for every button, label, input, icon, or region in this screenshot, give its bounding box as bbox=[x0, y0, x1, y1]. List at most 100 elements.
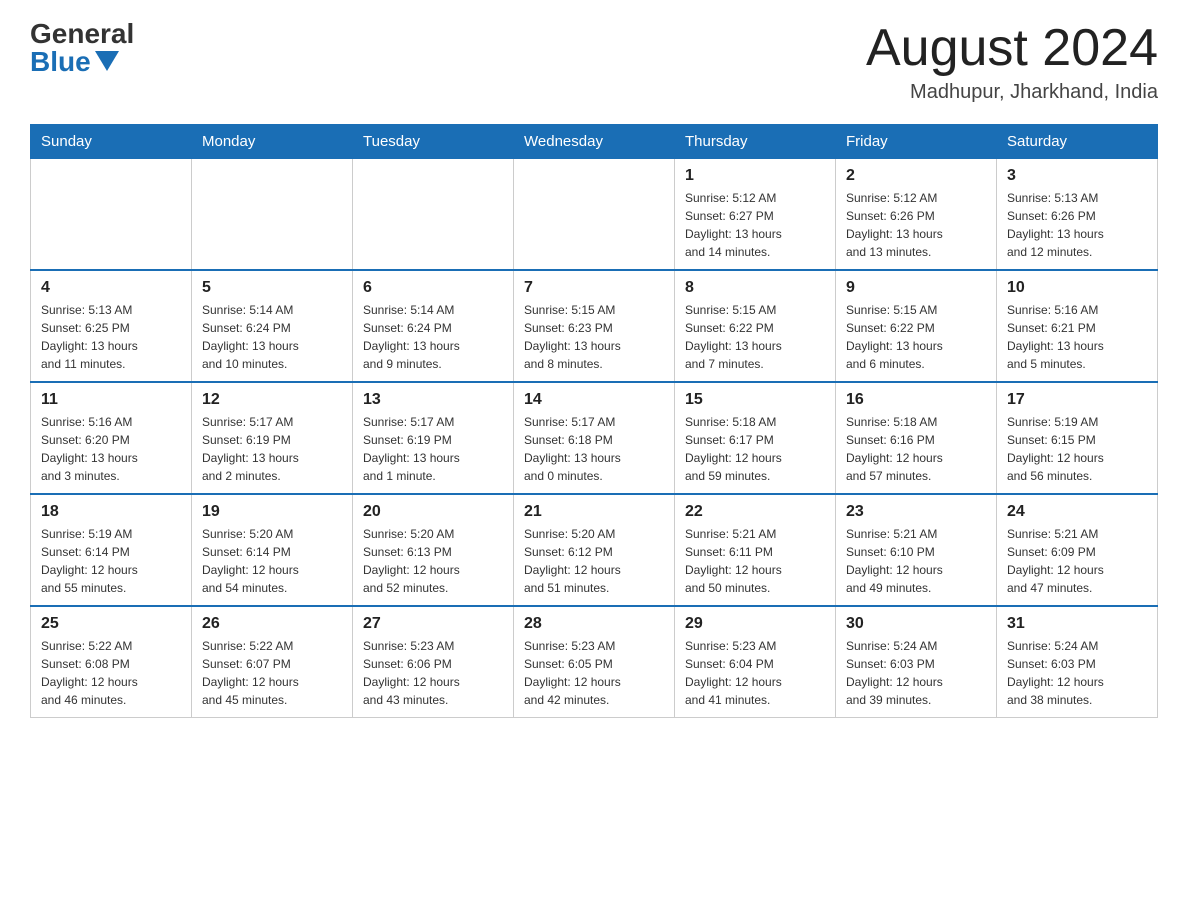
day-number: 22 bbox=[685, 503, 825, 521]
calendar-cell: 21 Sunrise: 5:20 AM Sunset: 6:12 PM Dayli… bbox=[514, 494, 675, 606]
title-area: August 2024 Madhupur, Jharkhand, India bbox=[866, 20, 1158, 104]
calendar-week-row: 11 Sunrise: 5:16 AM Sunset: 6:20 PM Dayli… bbox=[31, 382, 1158, 494]
day-number: 9 bbox=[846, 279, 986, 297]
day-info: Sunrise: 5:12 AM Sunset: 6:27 PM Dayligh… bbox=[685, 189, 825, 261]
logo: General Blue bbox=[30, 20, 134, 76]
day-number: 6 bbox=[363, 279, 503, 297]
calendar-cell: 4Sunrise: 5:13 AM Sunset: 6:25 PM Daylig… bbox=[31, 270, 192, 382]
location-text: Madhupur, Jharkhand, India bbox=[866, 81, 1158, 104]
day-number: 23 bbox=[846, 503, 986, 521]
day-number: 28 bbox=[524, 615, 664, 633]
calendar-cell: 6 Sunrise: 5:14 AM Sunset: 6:24 PM Daylig… bbox=[353, 270, 514, 382]
day-number: 1 bbox=[685, 167, 825, 185]
day-info: Sunrise: 5:17 AM Sunset: 6:19 PM Dayligh… bbox=[363, 413, 503, 485]
calendar-cell: 15 Sunrise: 5:18 AM Sunset: 6:17 PM Dayli… bbox=[675, 382, 836, 494]
day-info: Sunrise: 5:17 AM Sunset: 6:18 PM Dayligh… bbox=[524, 413, 664, 485]
day-of-week-header: Monday bbox=[192, 125, 353, 159]
calendar-cell: 29 Sunrise: 5:23 AM Sunset: 6:04 PM Dayli… bbox=[675, 606, 836, 718]
day-number: 14 bbox=[524, 391, 664, 409]
day-number: 11 bbox=[41, 391, 181, 409]
logo-general-text: General bbox=[30, 20, 134, 48]
day-number: 12 bbox=[202, 391, 342, 409]
calendar-week-row: 1 Sunrise: 5:12 AM Sunset: 6:27 PM Daylig… bbox=[31, 159, 1158, 271]
calendar-cell: 14 Sunrise: 5:17 AM Sunset: 6:18 PM Dayli… bbox=[514, 382, 675, 494]
day-info: Sunrise: 5:20 AM Sunset: 6:13 PM Dayligh… bbox=[363, 525, 503, 597]
day-of-week-header: Saturday bbox=[997, 125, 1158, 159]
calendar-cell: 12Sunrise: 5:17 AM Sunset: 6:19 PM Dayli… bbox=[192, 382, 353, 494]
day-number: 4 bbox=[41, 279, 181, 297]
day-number: 24 bbox=[1007, 503, 1147, 521]
calendar-cell: 13Sunrise: 5:17 AM Sunset: 6:19 PM Dayli… bbox=[353, 382, 514, 494]
calendar-cell: 26 Sunrise: 5:22 AM Sunset: 6:07 PM Dayli… bbox=[192, 606, 353, 718]
day-number: 25 bbox=[41, 615, 181, 633]
day-info: Sunrise: 5:12 AM Sunset: 6:26 PM Dayligh… bbox=[846, 189, 986, 261]
day-number: 26 bbox=[202, 615, 342, 633]
calendar-cell: 3 Sunrise: 5:13 AM Sunset: 6:26 PM Daylig… bbox=[997, 159, 1158, 271]
logo-triangle-icon bbox=[95, 51, 119, 71]
calendar-cell: 24Sunrise: 5:21 AM Sunset: 6:09 PM Dayli… bbox=[997, 494, 1158, 606]
calendar-cell: 16Sunrise: 5:18 AM Sunset: 6:16 PM Dayli… bbox=[836, 382, 997, 494]
calendar-week-row: 18Sunrise: 5:19 AM Sunset: 6:14 PM Dayli… bbox=[31, 494, 1158, 606]
month-title: August 2024 bbox=[866, 20, 1158, 77]
day-info: Sunrise: 5:22 AM Sunset: 6:07 PM Dayligh… bbox=[202, 637, 342, 709]
calendar-cell: 18Sunrise: 5:19 AM Sunset: 6:14 PM Dayli… bbox=[31, 494, 192, 606]
calendar-cell: 20 Sunrise: 5:20 AM Sunset: 6:13 PM Dayli… bbox=[353, 494, 514, 606]
day-of-week-header: Sunday bbox=[31, 125, 192, 159]
calendar-cell: 10 Sunrise: 5:16 AM Sunset: 6:21 PM Dayli… bbox=[997, 270, 1158, 382]
day-number: 2 bbox=[846, 167, 986, 185]
day-number: 29 bbox=[685, 615, 825, 633]
day-number: 20 bbox=[363, 503, 503, 521]
calendar-cell: 25 Sunrise: 5:22 AM Sunset: 6:08 PM Dayli… bbox=[31, 606, 192, 718]
calendar-cell: 2 Sunrise: 5:12 AM Sunset: 6:26 PM Daylig… bbox=[836, 159, 997, 271]
calendar-cell bbox=[353, 159, 514, 271]
logo-blue-text: Blue bbox=[30, 48, 119, 76]
day-info: Sunrise: 5:16 AM Sunset: 6:20 PM Dayligh… bbox=[41, 413, 181, 485]
day-info: Sunrise: 5:19 AM Sunset: 6:15 PM Dayligh… bbox=[1007, 413, 1147, 485]
calendar-cell: 27 Sunrise: 5:23 AM Sunset: 6:06 PM Dayli… bbox=[353, 606, 514, 718]
calendar-cell: 7Sunrise: 5:15 AM Sunset: 6:23 PM Daylig… bbox=[514, 270, 675, 382]
day-info: Sunrise: 5:15 AM Sunset: 6:22 PM Dayligh… bbox=[846, 301, 986, 373]
day-info: Sunrise: 5:14 AM Sunset: 6:24 PM Dayligh… bbox=[202, 301, 342, 373]
day-number: 10 bbox=[1007, 279, 1147, 297]
calendar-cell bbox=[192, 159, 353, 271]
day-number: 27 bbox=[363, 615, 503, 633]
page-header: General Blue August 2024 Madhupur, Jhark… bbox=[30, 20, 1158, 104]
day-number: 3 bbox=[1007, 167, 1147, 185]
calendar-cell: 19 Sunrise: 5:20 AM Sunset: 6:14 PM Dayli… bbox=[192, 494, 353, 606]
day-info: Sunrise: 5:24 AM Sunset: 6:03 PM Dayligh… bbox=[846, 637, 986, 709]
day-info: Sunrise: 5:20 AM Sunset: 6:14 PM Dayligh… bbox=[202, 525, 342, 597]
day-number: 5 bbox=[202, 279, 342, 297]
day-info: Sunrise: 5:20 AM Sunset: 6:12 PM Dayligh… bbox=[524, 525, 664, 597]
day-info: Sunrise: 5:16 AM Sunset: 6:21 PM Dayligh… bbox=[1007, 301, 1147, 373]
day-number: 7 bbox=[524, 279, 664, 297]
day-number: 17 bbox=[1007, 391, 1147, 409]
calendar-cell: 11 Sunrise: 5:16 AM Sunset: 6:20 PM Dayli… bbox=[31, 382, 192, 494]
day-info: Sunrise: 5:18 AM Sunset: 6:17 PM Dayligh… bbox=[685, 413, 825, 485]
calendar-cell: 9 Sunrise: 5:15 AM Sunset: 6:22 PM Daylig… bbox=[836, 270, 997, 382]
day-of-week-header: Wednesday bbox=[514, 125, 675, 159]
day-number: 8 bbox=[685, 279, 825, 297]
day-info: Sunrise: 5:23 AM Sunset: 6:04 PM Dayligh… bbox=[685, 637, 825, 709]
day-number: 21 bbox=[524, 503, 664, 521]
day-of-week-header: Thursday bbox=[675, 125, 836, 159]
calendar-cell: 5 Sunrise: 5:14 AM Sunset: 6:24 PM Daylig… bbox=[192, 270, 353, 382]
calendar-table: SundayMondayTuesdayWednesdayThursdayFrid… bbox=[30, 124, 1158, 718]
day-info: Sunrise: 5:13 AM Sunset: 6:26 PM Dayligh… bbox=[1007, 189, 1147, 261]
calendar-cell: 28 Sunrise: 5:23 AM Sunset: 6:05 PM Dayli… bbox=[514, 606, 675, 718]
day-info: Sunrise: 5:15 AM Sunset: 6:22 PM Dayligh… bbox=[685, 301, 825, 373]
day-info: Sunrise: 5:21 AM Sunset: 6:11 PM Dayligh… bbox=[685, 525, 825, 597]
calendar-cell: 1 Sunrise: 5:12 AM Sunset: 6:27 PM Daylig… bbox=[675, 159, 836, 271]
calendar-cell bbox=[31, 159, 192, 271]
day-info: Sunrise: 5:23 AM Sunset: 6:05 PM Dayligh… bbox=[524, 637, 664, 709]
calendar-cell: 22 Sunrise: 5:21 AM Sunset: 6:11 PM Dayli… bbox=[675, 494, 836, 606]
day-info: Sunrise: 5:23 AM Sunset: 6:06 PM Dayligh… bbox=[363, 637, 503, 709]
day-info: Sunrise: 5:18 AM Sunset: 6:16 PM Dayligh… bbox=[846, 413, 986, 485]
day-info: Sunrise: 5:22 AM Sunset: 6:08 PM Dayligh… bbox=[41, 637, 181, 709]
day-number: 31 bbox=[1007, 615, 1147, 633]
day-number: 15 bbox=[685, 391, 825, 409]
day-number: 19 bbox=[202, 503, 342, 521]
calendar-cell: 17 Sunrise: 5:19 AM Sunset: 6:15 PM Dayli… bbox=[997, 382, 1158, 494]
day-info: Sunrise: 5:14 AM Sunset: 6:24 PM Dayligh… bbox=[363, 301, 503, 373]
day-of-week-header: Friday bbox=[836, 125, 997, 159]
calendar-cell: 23Sunrise: 5:21 AM Sunset: 6:10 PM Dayli… bbox=[836, 494, 997, 606]
